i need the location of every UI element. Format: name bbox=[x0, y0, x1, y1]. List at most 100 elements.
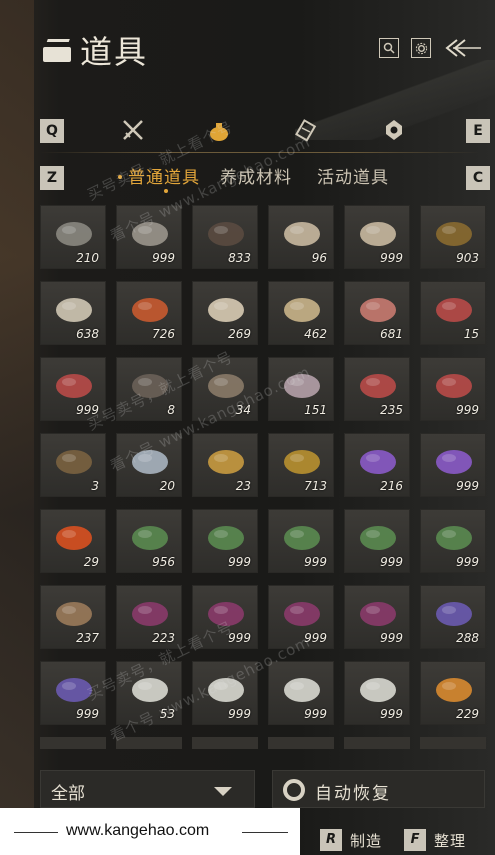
subtab-next-key[interactable]: C bbox=[466, 166, 490, 190]
top-toolbar bbox=[379, 36, 483, 60]
feather-icon bbox=[201, 212, 251, 254]
background-scenery bbox=[0, 0, 34, 855]
item-slot[interactable]: 999 bbox=[192, 509, 258, 573]
item-slot[interactable]: 23 bbox=[192, 433, 258, 497]
amethyst-icon bbox=[429, 440, 479, 482]
herb-white-icon bbox=[429, 516, 479, 558]
item-quantity: 15 bbox=[463, 327, 479, 341]
mushrooms-icon bbox=[353, 212, 403, 254]
chest-icon bbox=[40, 35, 74, 65]
watermark-rule-left bbox=[14, 832, 58, 833]
item-slot[interactable]: 999 bbox=[420, 357, 486, 421]
orange-flower-icon bbox=[429, 668, 479, 710]
item-quantity: 8 bbox=[167, 403, 175, 417]
item-slot[interactable]: 726 bbox=[116, 281, 182, 345]
item-slot[interactable]: 288 bbox=[420, 585, 486, 649]
item-quantity: 999 bbox=[456, 479, 479, 493]
steak-icon bbox=[353, 364, 403, 406]
category-filter-dropdown[interactable]: 全部 bbox=[40, 770, 255, 808]
item-quantity: 288 bbox=[456, 631, 479, 645]
item-slot[interactable]: 3 bbox=[40, 433, 106, 497]
item-quantity: 151 bbox=[304, 403, 327, 417]
steak-icon bbox=[429, 288, 479, 330]
item-slot[interactable]: 999 bbox=[420, 509, 486, 573]
item-slot[interactable]: 96 bbox=[268, 205, 334, 269]
item-slot[interactable]: 269 bbox=[192, 281, 258, 345]
purple-flower-icon bbox=[277, 592, 327, 634]
subtab-prev-key[interactable]: Z bbox=[40, 166, 64, 190]
footer-actions: R 制造 F 整理 bbox=[320, 828, 480, 852]
item-slot[interactable]: 462 bbox=[268, 281, 334, 345]
item-quantity: 3 bbox=[91, 479, 99, 493]
item-slot[interactable]: 229 bbox=[420, 661, 486, 725]
item-quantity: 999 bbox=[456, 403, 479, 417]
auto-restore-button[interactable]: 自动恢复 bbox=[272, 770, 485, 808]
item-slot[interactable]: 15 bbox=[420, 281, 486, 345]
item-slot[interactable]: 956 bbox=[116, 509, 182, 573]
page-title: 道具 bbox=[80, 33, 149, 71]
category-tabs: Q E bbox=[40, 117, 490, 149]
item-grid-next-row bbox=[40, 737, 495, 749]
gear-icon bbox=[283, 779, 305, 801]
item-slot[interactable]: 29 bbox=[40, 509, 106, 573]
item-quantity: 462 bbox=[304, 327, 327, 341]
berries-icon bbox=[125, 288, 175, 330]
craft-key[interactable]: R bbox=[320, 829, 342, 851]
header: 道具 bbox=[40, 28, 148, 72]
item-slot[interactable]: 999 bbox=[268, 509, 334, 573]
item-quantity: 237 bbox=[76, 631, 99, 645]
item-slot[interactable]: 999 bbox=[344, 509, 410, 573]
sort-key[interactable]: F bbox=[404, 829, 427, 851]
stone-ore-icon bbox=[49, 212, 99, 254]
item-quantity: 833 bbox=[228, 251, 251, 265]
item-slot[interactable]: 999 bbox=[344, 585, 410, 649]
item-slot[interactable]: 999 bbox=[268, 661, 334, 725]
item-slot[interactable]: 833 bbox=[192, 205, 258, 269]
tab-prev-key[interactable]: Q bbox=[40, 119, 64, 143]
item-quantity: 999 bbox=[228, 555, 251, 569]
item-slot[interactable]: 210 bbox=[40, 205, 106, 269]
herb-white-icon bbox=[125, 516, 175, 558]
item-slot-partial bbox=[192, 737, 258, 749]
watermark-rule-right bbox=[242, 832, 288, 833]
item-quantity: 229 bbox=[456, 707, 479, 721]
steak-icon bbox=[49, 364, 99, 406]
item-slot[interactable]: 235 bbox=[344, 357, 410, 421]
herb-white-icon bbox=[353, 516, 403, 558]
tab-next-key[interactable]: E bbox=[466, 119, 490, 143]
item-slot[interactable]: 999 bbox=[420, 433, 486, 497]
item-quantity: 999 bbox=[380, 555, 403, 569]
item-slot[interactable]: 223 bbox=[116, 585, 182, 649]
steak-icon bbox=[429, 364, 479, 406]
item-slot[interactable]: 999 bbox=[344, 661, 410, 725]
item-quantity: 999 bbox=[228, 707, 251, 721]
crossed-swords-icon[interactable] bbox=[118, 117, 148, 147]
item-quantity: 999 bbox=[380, 251, 403, 265]
gem-icon[interactable] bbox=[379, 117, 409, 147]
item-slot[interactable]: 216 bbox=[344, 433, 410, 497]
item-slot[interactable]: 681 bbox=[344, 281, 410, 345]
filter-label: 全部 bbox=[51, 784, 85, 804]
item-slot[interactable]: 999 bbox=[344, 205, 410, 269]
item-quantity: 235 bbox=[380, 403, 403, 417]
purple-flower-icon bbox=[353, 592, 403, 634]
back-arrow-icon[interactable] bbox=[443, 36, 483, 60]
item-quantity: 999 bbox=[304, 555, 327, 569]
item-quantity: 903 bbox=[456, 251, 479, 265]
item-quantity: 20 bbox=[159, 479, 175, 493]
item-quantity: 681 bbox=[380, 327, 403, 341]
purple-flower-icon bbox=[125, 592, 175, 634]
item-slot[interactable]: 237 bbox=[40, 585, 106, 649]
item-slot[interactable]: 903 bbox=[420, 205, 486, 269]
item-quantity: 23 bbox=[235, 479, 251, 493]
sort-label[interactable]: 整理 bbox=[434, 830, 466, 851]
settings-icon[interactable] bbox=[411, 38, 431, 58]
subtab-event-items[interactable]: 活动道具 bbox=[317, 163, 389, 188]
item-slot[interactable]: 713 bbox=[268, 433, 334, 497]
item-slot[interactable]: 638 bbox=[40, 281, 106, 345]
herb-white-icon bbox=[277, 516, 327, 558]
watermark-url: www.kangehao.com bbox=[66, 822, 210, 839]
search-icon[interactable] bbox=[379, 38, 399, 58]
white-flower-icon bbox=[277, 668, 327, 710]
craft-label[interactable]: 制造 bbox=[350, 830, 382, 851]
